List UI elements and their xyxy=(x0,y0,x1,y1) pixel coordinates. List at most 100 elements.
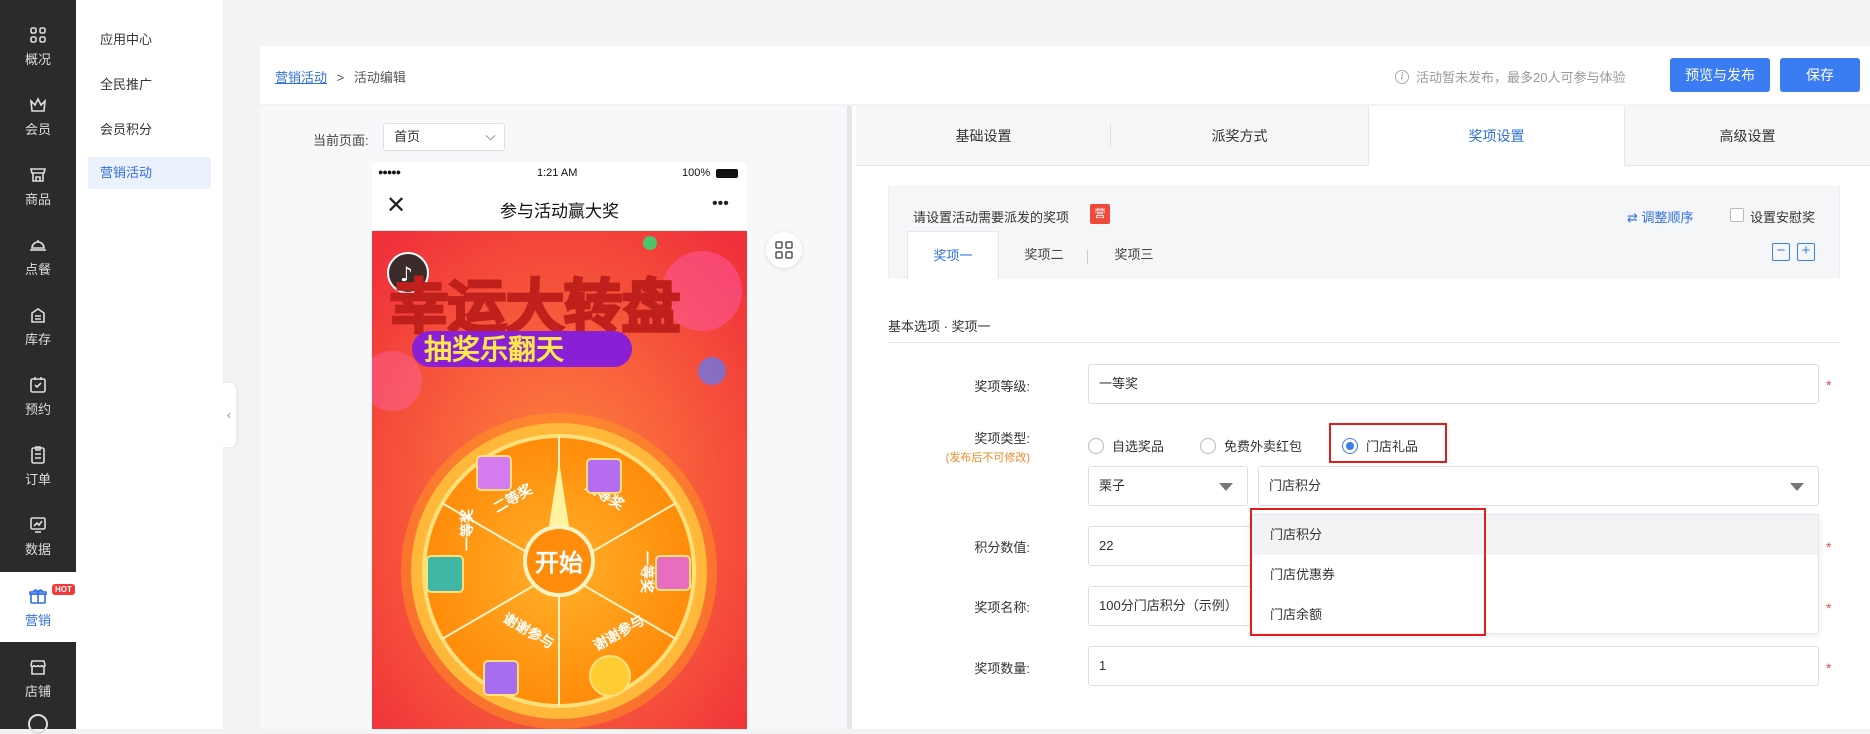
prize-level-input[interactable]: 一等奖 xyxy=(1088,364,1819,404)
breadcrumb-link-marketing[interactable]: 营销活动 xyxy=(275,70,327,85)
required-mark: * xyxy=(1826,539,1832,555)
banner-title: 幸运大转盘 xyxy=(390,273,680,341)
remove-prize-button[interactable]: − xyxy=(1772,243,1790,261)
lucky-wheel-banner: ♪ 幸运大转盘 抽奖乐翻天 二等奖 三等奖 一等奖 谢谢参与 谢谢参与 一等奖 … xyxy=(372,231,747,729)
store-icon xyxy=(30,659,46,675)
phone-preview: ●●●●● 1:21 AM 100% ✕ 参与活动赢大奖 ••• ♪ 幸运大转盘… xyxy=(372,163,747,729)
prize-qty-label: 奖项数量: xyxy=(974,661,1030,676)
calendar-check-icon xyxy=(30,376,46,393)
rail-item-ordering[interactable]: 点餐 xyxy=(0,222,76,290)
type-option-label: 免费外卖红包 xyxy=(1224,439,1303,454)
shop-icon xyxy=(29,167,47,182)
rail-item-booking[interactable]: 预约 xyxy=(0,362,76,430)
required-mark: * xyxy=(1826,660,1832,676)
settings-gear-icon[interactable] xyxy=(28,714,48,734)
rail-label: 营销 xyxy=(24,612,51,628)
consolation-checkbox[interactable] xyxy=(1730,208,1744,222)
wheel-segment-label: 一等奖 xyxy=(638,551,655,594)
subnav-promotion[interactable]: 全民推广 xyxy=(88,69,211,101)
section-divider xyxy=(888,342,1840,343)
preview-publish-button[interactable]: 预览与发布 xyxy=(1670,58,1770,92)
tab-advanced-settings[interactable]: 高级设置 xyxy=(1625,106,1870,166)
rail-label: 店铺 xyxy=(24,683,51,699)
gift-type-select-value: 门店积分 xyxy=(1269,478,1322,493)
cloche-icon xyxy=(30,239,46,251)
current-page-value: 首页 xyxy=(394,129,421,144)
clipboard-icon xyxy=(31,445,45,464)
tab-basic-settings[interactable]: 基础设置 xyxy=(856,106,1111,166)
rail-item-overview[interactable]: 概况 xyxy=(0,12,76,80)
current-page-label: 当前页面: xyxy=(313,133,369,148)
rail-item-data[interactable]: 数据 xyxy=(0,502,76,570)
swap-icon: ⇄ xyxy=(1627,210,1642,225)
layout-toggle-button[interactable] xyxy=(766,232,802,268)
banner-subtitle: 抽奖乐翻天 xyxy=(424,333,564,366)
rail-item-orders[interactable]: 订单 xyxy=(0,432,76,500)
caret-down-icon xyxy=(1219,483,1233,491)
rail-item-inventory[interactable]: 库存 xyxy=(0,292,76,360)
highlight-box-store-gift xyxy=(1329,423,1447,463)
save-button[interactable]: 保存 xyxy=(1780,58,1860,92)
prize-tab-1[interactable]: 奖项一 xyxy=(907,231,999,279)
signal-indicator: ●●●●● xyxy=(378,167,401,177)
battery-icon xyxy=(716,169,738,178)
battery-text: 100% xyxy=(682,167,711,179)
reorder-link[interactable]: ⇄ 调整顺序 xyxy=(1627,207,1694,226)
prize-name-label: 奖项名称: xyxy=(974,600,1030,615)
caret-down-icon xyxy=(1790,483,1804,491)
add-prize-button[interactable]: + xyxy=(1797,243,1815,261)
tab-prize-settings[interactable]: 奖项设置 xyxy=(1368,106,1625,166)
subnav-member-points[interactable]: 会员积分 xyxy=(88,114,211,146)
collapse-sidebar-button[interactable]: ‹ xyxy=(222,383,236,447)
points-value-label: 积分数值: xyxy=(974,540,1030,555)
hot-badge: HOT xyxy=(52,584,75,595)
prize-config-panel: 请设置活动需要派发的奖项 营 ⇄ 调整顺序 设置安慰奖 奖项一 奖项二 奖项三 … xyxy=(888,186,1840,279)
rail-label: 商品 xyxy=(24,191,51,207)
type-option-custom[interactable]: 自选奖品 xyxy=(1088,436,1164,455)
radio-icon xyxy=(1088,437,1104,454)
store-select[interactable]: 栗子 xyxy=(1088,466,1248,506)
chart-icon xyxy=(30,516,46,533)
breadcrumb-separator: > xyxy=(336,70,345,85)
prize-qty-input[interactable]: 1 xyxy=(1088,646,1819,686)
radio-icon xyxy=(1200,437,1216,454)
chevron-down-icon xyxy=(485,130,496,141)
current-page-select[interactable]: 首页 xyxy=(383,123,505,151)
type-option-takeaway-redpacket[interactable]: 免费外卖红包 xyxy=(1200,436,1302,455)
rail-label: 订单 xyxy=(24,471,51,487)
subnav-app-center[interactable]: 应用中心 xyxy=(88,24,211,56)
chevron-left-icon: ‹ xyxy=(227,408,231,422)
gift-type-select[interactable]: 门店积分 xyxy=(1258,466,1819,506)
prize-tab-3[interactable]: 奖项三 xyxy=(1088,231,1180,279)
phone-nav-bar: ✕ 参与活动赢大奖 ••• xyxy=(372,183,747,231)
more-icon[interactable]: ••• xyxy=(712,195,729,213)
rail-label: 概况 xyxy=(24,51,51,67)
status-time: 1:21 AM xyxy=(537,167,578,179)
reorder-label: 调整顺序 xyxy=(1641,210,1694,225)
breadcrumb: 营销活动 > 活动编辑 xyxy=(275,67,406,86)
rail-label: 预约 xyxy=(24,401,51,417)
rail-label: 会员 xyxy=(24,121,51,137)
status-bar: ●●●●● 1:21 AM 100% xyxy=(372,163,747,183)
grid-icon xyxy=(30,26,46,43)
grid-icon xyxy=(775,241,793,259)
prize-type-note: (发布后不可修改) xyxy=(945,452,1030,464)
rail-item-marketing[interactable]: 营销 HOT xyxy=(0,572,76,642)
store-select-value: 栗子 xyxy=(1099,478,1126,493)
type-option-label: 自选奖品 xyxy=(1112,439,1165,454)
prize-level-label: 奖项等级: xyxy=(974,379,1030,394)
consolation-label: 设置安慰奖 xyxy=(1750,210,1816,225)
rail-item-store[interactable]: 店铺 xyxy=(0,644,76,712)
required-mark: * xyxy=(1826,377,1832,393)
section-title: 基本选项 · 奖项一 xyxy=(888,319,991,334)
tab-award-method[interactable]: 派奖方式 xyxy=(1111,106,1368,166)
rail-item-member[interactable]: 会员 xyxy=(0,82,76,150)
marketing-badge: 营 xyxy=(1090,204,1110,224)
gift-icon xyxy=(29,588,47,604)
subnav-marketing-activity[interactable]: 营销活动 xyxy=(88,157,211,189)
required-mark: * xyxy=(1826,600,1832,616)
rail-item-goods[interactable]: 商品 xyxy=(0,152,76,220)
prize-tab-2[interactable]: 奖项二 xyxy=(1001,231,1087,279)
publish-notice-text: 活动暂未发布，最多20人可参与体验 xyxy=(1416,70,1626,85)
wheel-segment-label: 一等奖 xyxy=(459,508,476,551)
